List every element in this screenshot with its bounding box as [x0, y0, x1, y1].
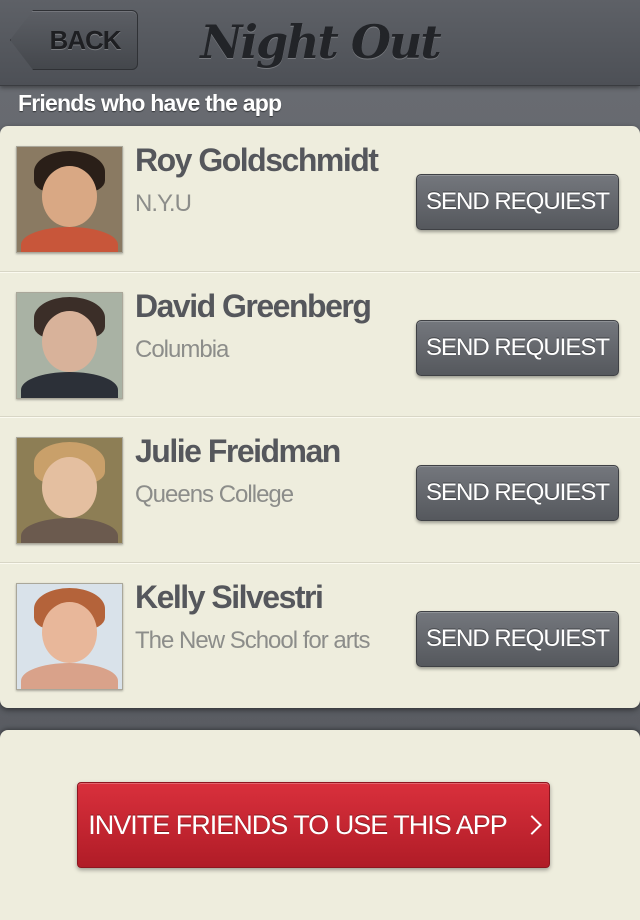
nav-bar: BACK Night Out [0, 0, 640, 86]
friend-name: Roy Goldschmidt [135, 142, 379, 178]
avatar [16, 146, 123, 253]
section-header: Friends who have the app [18, 90, 282, 116]
friend-name: David Greenberg [135, 287, 372, 324]
friend-row: Roy Goldschmidt N.Y.U SEND REQUIEST [0, 126, 640, 272]
friend-row: Julie Freidman Queens College SEND REQUI… [0, 417, 640, 563]
friend-school: The New School for arts [135, 626, 370, 654]
friend-school: Columbia [135, 335, 229, 363]
back-button-label[interactable]: BACK [32, 10, 138, 70]
friend-row: Kelly Silvestri The New School for arts … [0, 563, 640, 709]
invite-friends-button[interactable]: INVITE FRIENDS TO USE THIS APP [77, 782, 550, 868]
send-request-button[interactable]: SEND REQUIEST [416, 610, 619, 667]
chevron-right-icon [521, 815, 542, 835]
friend-row: David Greenberg Columbia SEND REQUIEST [0, 272, 640, 417]
friends-list: Roy Goldschmidt N.Y.U SEND REQUIEST Davi… [0, 126, 640, 708]
page-title: Night Out [200, 15, 441, 69]
friend-name: Julie Freidman [135, 433, 341, 469]
app-screen: BACK Night Out Friends who have the app … [0, 0, 640, 920]
send-request-button[interactable]: SEND REQUIEST [416, 465, 619, 521]
avatar [16, 291, 123, 399]
invite-button-label: INVITE FRIENDS TO USE THIS APP [88, 809, 508, 840]
avatar [16, 582, 123, 690]
send-request-button[interactable]: SEND REQUIEST [416, 174, 619, 230]
friend-name: Kelly Silvestri [135, 578, 324, 615]
send-request-button[interactable]: SEND REQUIEST [416, 319, 619, 376]
avatar [16, 437, 123, 544]
friend-school: Queens College [135, 481, 294, 508]
friend-school: N.Y.U [135, 190, 192, 217]
invite-panel: INVITE FRIENDS TO USE THIS APP [0, 730, 640, 920]
